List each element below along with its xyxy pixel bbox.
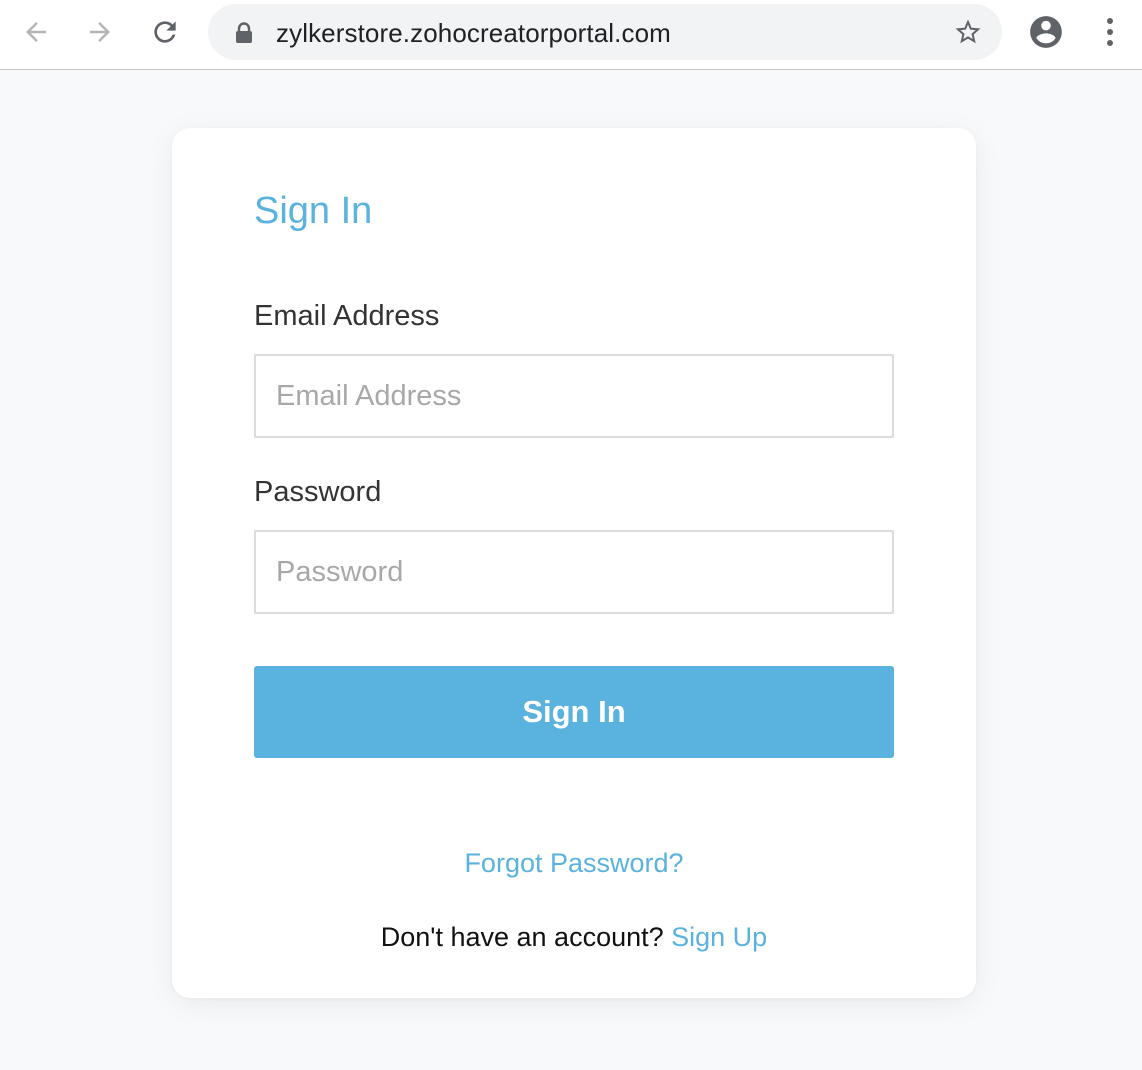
page-title: Sign In	[254, 190, 373, 232]
forward-arrow-icon	[85, 17, 115, 52]
sign-up-link[interactable]: Sign Up	[671, 922, 767, 952]
sign-in-button[interactable]: Sign In	[254, 666, 894, 758]
signup-prompt: Don't have an account? Sign Up	[172, 922, 976, 953]
profile-button[interactable]	[1026, 14, 1066, 54]
browser-toolbar: zylkerstore.zohocreatorportal.com	[0, 0, 1142, 70]
browser-menu-button[interactable]	[1094, 14, 1126, 54]
reload-button[interactable]	[145, 14, 185, 54]
forgot-password-link[interactable]: Forgot Password?	[172, 848, 976, 879]
back-arrow-icon	[21, 17, 51, 52]
password-field[interactable]	[254, 530, 894, 614]
url-text: zylkerstore.zohocreatorportal.com	[276, 18, 671, 48]
lock-icon	[234, 22, 254, 44]
account-circle-icon	[1027, 13, 1065, 56]
email-label: Email Address	[254, 300, 440, 332]
no-account-text: Don't have an account?	[380, 922, 672, 952]
address-bar[interactable]: zylkerstore.zohocreatorportal.com	[208, 4, 1002, 60]
signin-card: Sign In Email Address Password Sign In F…	[172, 128, 976, 998]
more-vert-icon	[1105, 16, 1115, 53]
back-button[interactable]	[16, 14, 56, 54]
password-label: Password	[254, 476, 382, 508]
email-field[interactable]	[254, 354, 894, 438]
star-icon[interactable]	[952, 16, 984, 48]
reload-icon	[149, 16, 181, 53]
forward-button[interactable]	[80, 14, 120, 54]
